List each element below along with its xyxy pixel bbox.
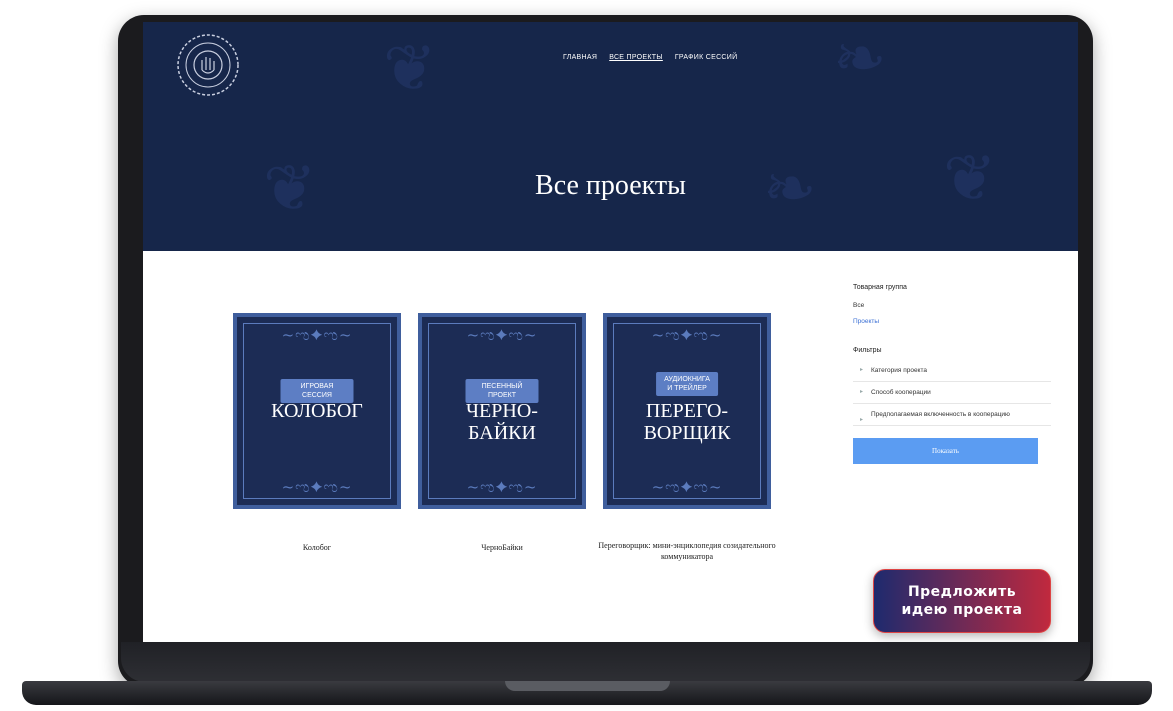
- ornament-bottom-icon: ~ಌ✦ಌ~: [281, 478, 353, 496]
- hero-banner: ❦ ❧ ❦ ❧ ❦ ГЛАВНАЯ ВСЕ ПРОЕКТЫ ГРАФИК СЕС…: [143, 22, 1078, 251]
- project-card-title: ЧЕРНО- БАЙКИ: [466, 400, 538, 444]
- project-card-title: ПЕРЕГО- ВОРЩИК: [643, 400, 731, 444]
- ornament-top-icon: ~ಌ✦ಌ~: [281, 326, 353, 344]
- filters-heading: Фильтры: [853, 347, 882, 354]
- group-item-projects[interactable]: Проекты: [853, 318, 1053, 325]
- project-badge: АУДИОКНИГА И ТРЕЙЛЕР: [656, 372, 718, 396]
- card-frame: ~ಌ✦ಌ~ АУДИОКНИГА И ТРЕЙЛЕР ПЕРЕГО- ВОРЩИ…: [613, 323, 761, 499]
- ornament-top-icon: ~ಌ✦ಌ~: [651, 326, 723, 344]
- page-title: Все проекты: [535, 170, 686, 201]
- ornament-icon: ❧: [833, 22, 887, 96]
- nav-item-all-projects[interactable]: ВСЕ ПРОЕКТЫ: [609, 54, 663, 61]
- sidebar-filters: Товарная группа Все Проекты Фильтры ▸ Ка…: [853, 284, 1053, 464]
- project-card-peregovorshchik[interactable]: ~ಌ✦ಌ~ АУДИОКНИГА И ТРЕЙЛЕР ПЕРЕГО- ВОРЩИ…: [603, 313, 771, 509]
- card-frame: ~ಌ✦ಌ~ ПЕСЕННЫЙ ПРОЕКТ ЧЕРНО- БАЙКИ ~ಌ✦ಌ~: [428, 323, 576, 499]
- project-card-title: КОЛОБОГ: [271, 400, 363, 422]
- chevron-right-icon: ▸: [860, 367, 864, 373]
- logo-icon[interactable]: [173, 30, 243, 100]
- filter-involvement[interactable]: ▸ Предполагаемая включенность в кооперац…: [853, 404, 1051, 426]
- card-frame: ~ಌ✦ಌ~ ИГРОВАЯ СЕССИЯ КОЛОБОГ ~ಌ✦ಌ~: [243, 323, 391, 499]
- browser-screen: ❦ ❧ ❦ ❧ ❦ ГЛАВНАЯ ВСЕ ПРОЕКТЫ ГРАФИК СЕС…: [143, 22, 1078, 642]
- group-item-all[interactable]: Все: [853, 302, 1053, 309]
- ornament-top-icon: ~ಌ✦ಌ~: [466, 326, 538, 344]
- filter-label: Категория проекта: [871, 367, 927, 374]
- show-button[interactable]: Показать: [853, 438, 1038, 464]
- propose-idea-button[interactable]: Предложить идею проекта: [873, 569, 1051, 633]
- project-caption[interactable]: Переговорщик: мини-энциклопедия созидате…: [598, 540, 776, 562]
- main-nav: ГЛАВНАЯ ВСЕ ПРОЕКТЫ ГРАФИК СЕССИЙ: [563, 54, 737, 61]
- ornament-bottom-icon: ~ಌ✦ಌ~: [651, 478, 723, 496]
- laptop-chin: [121, 642, 1090, 682]
- project-card-chernobaiki[interactable]: ~ಌ✦ಌ~ ПЕСЕННЫЙ ПРОЕКТ ЧЕРНО- БАЙКИ ~ಌ✦ಌ~: [418, 313, 586, 509]
- project-caption[interactable]: Колобог: [233, 542, 401, 553]
- ornament-icon: ❦: [383, 32, 437, 106]
- laptop-notch: [505, 681, 670, 691]
- filter-label: Предполагаемая включенность в кооперацию: [871, 411, 1010, 418]
- filter-category[interactable]: ▸ Категория проекта: [853, 360, 1051, 382]
- nav-item-home[interactable]: ГЛАВНАЯ: [563, 54, 597, 61]
- chevron-right-icon: ▸: [860, 389, 864, 395]
- ornament-bottom-icon: ~ಌ✦ಌ~: [466, 478, 538, 496]
- project-card-kolobog[interactable]: ~ಌ✦ಌ~ ИГРОВАЯ СЕССИЯ КОЛОБОГ ~ಌ✦ಌ~: [233, 313, 401, 509]
- propose-idea-label: Предложить идею проекта: [901, 584, 1023, 618]
- group-heading: Товарная группа: [853, 284, 907, 291]
- chevron-right-icon: ▸: [860, 417, 864, 423]
- nav-item-schedule[interactable]: ГРАФИК СЕССИЙ: [675, 54, 738, 61]
- project-caption[interactable]: ЧерноБайки: [418, 542, 586, 553]
- filter-cooperation-method[interactable]: ▸ Способ кооперации: [853, 382, 1051, 404]
- filter-label: Способ кооперации: [871, 389, 931, 396]
